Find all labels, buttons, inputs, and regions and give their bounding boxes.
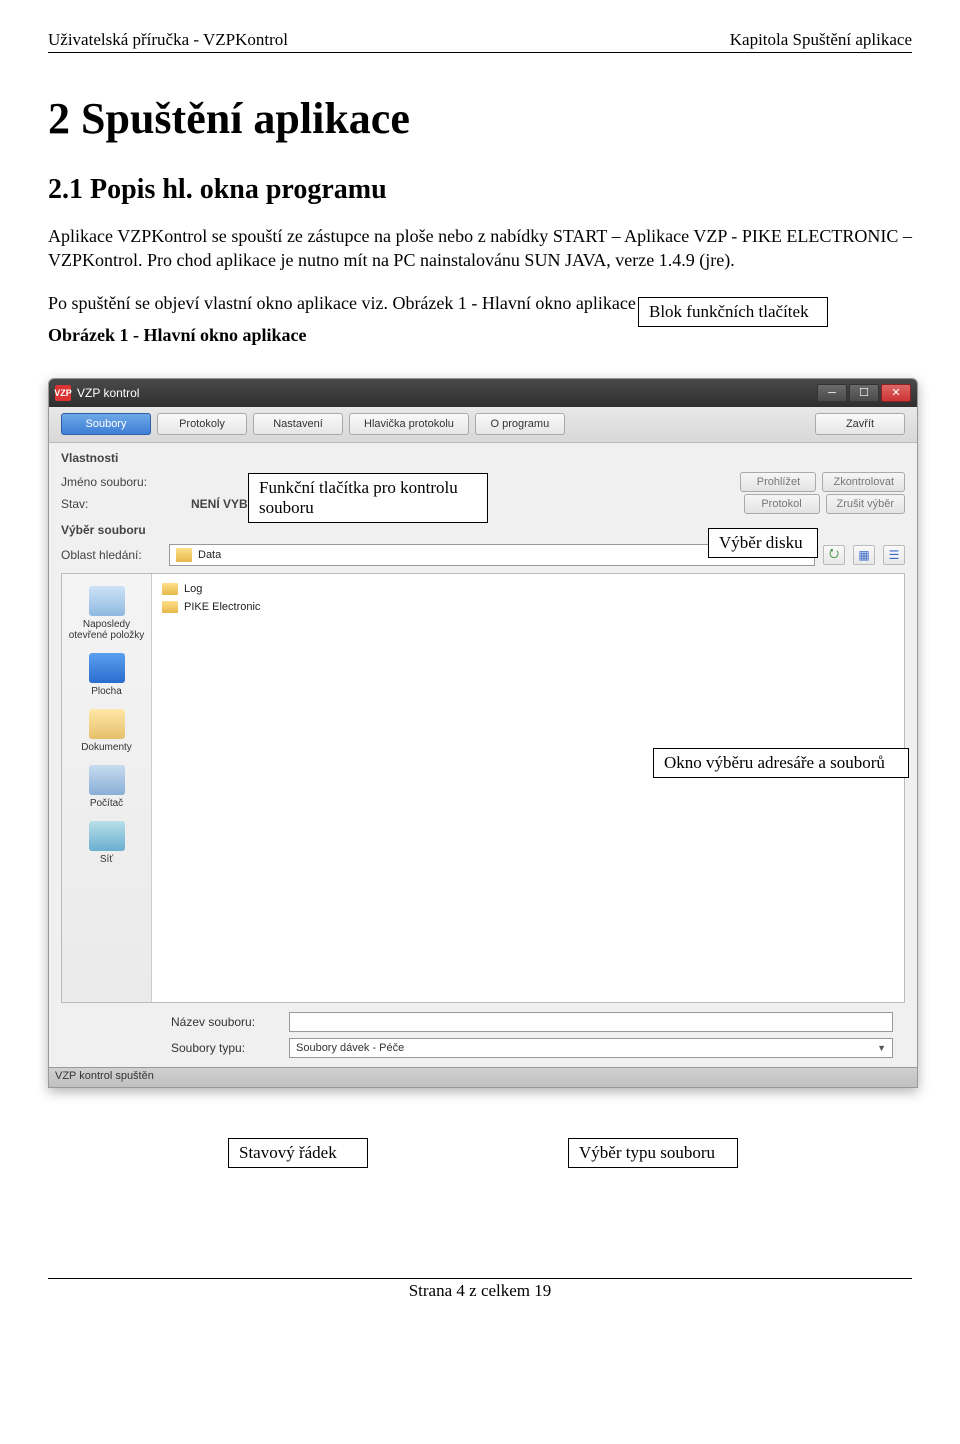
- status-text: VZP kontrol spuštěn: [55, 1070, 154, 1082]
- place-computer[interactable]: Počítač: [62, 759, 151, 815]
- heading-2: 2.1 Popis hl. okna programu: [48, 174, 912, 206]
- file-list[interactable]: Log PIKE Electronic: [152, 574, 904, 1002]
- callout-vyber-disku: Výběr disku: [708, 528, 818, 558]
- input-nazev-souboru[interactable]: [289, 1012, 893, 1032]
- titlebar: VZP VZP kontrol ─ ☐ ✕: [49, 379, 917, 407]
- desktop-icon: [89, 653, 125, 683]
- close-button[interactable]: ✕: [881, 384, 911, 402]
- label-jmeno-souboru: Jméno souboru:: [61, 475, 191, 489]
- figure-caption: Obrázek 1 - Hlavní okno aplikace: [48, 325, 912, 346]
- places-bar: Naposledy otevřené položky Plocha Dokume…: [62, 574, 152, 1002]
- btn-prohlizet[interactable]: Prohlížet: [740, 472, 816, 492]
- heading-1: 2 Spuštění aplikace: [48, 93, 912, 144]
- folder-icon: [162, 601, 178, 613]
- file-chooser: Naposledy otevřené položky Plocha Dokume…: [61, 573, 905, 1003]
- documents-icon: [89, 709, 125, 739]
- status-bar: VZP kontrol spuštěn: [49, 1067, 917, 1087]
- header-left: Uživatelská příručka - VZPKontrol: [48, 30, 288, 50]
- btn-zkontrolovat[interactable]: Zkontrolovat: [822, 472, 905, 492]
- toolbar-oprogramu[interactable]: O programu: [475, 413, 565, 435]
- paragraph-1: Aplikace VZPKontrol se spouští ze zástup…: [48, 224, 912, 273]
- header-right: Kapitola Spuštění aplikace: [730, 30, 912, 50]
- btn-zrusit-vyber[interactable]: Zrušit výběr: [826, 494, 905, 514]
- toolbar-hlavicka[interactable]: Hlavička protokolu: [349, 413, 469, 435]
- callout-okno-vyberu: Okno výběru adresáře a souborů: [653, 748, 909, 778]
- app-icon: VZP: [55, 385, 71, 401]
- main-toolbar: Soubory Protokoly Nastavení Hlavička pro…: [49, 407, 917, 443]
- computer-icon: [89, 765, 125, 795]
- btn-protokol[interactable]: Protokol: [744, 494, 820, 514]
- place-desktop[interactable]: Plocha: [62, 647, 151, 703]
- label-nazev-souboru: Název souboru:: [171, 1015, 281, 1029]
- figure-1: Funkční tlačítka pro kontrolu souboru Vý…: [48, 348, 928, 1088]
- props-title: Vlastnosti: [61, 451, 905, 465]
- callout-funkcni-tlacitka: Funkční tlačítka pro kontrolu souboru: [248, 473, 488, 523]
- nav-up-icon[interactable]: ⭮: [823, 545, 845, 565]
- footer-text: Strana 4 z celkem 19: [409, 1281, 552, 1300]
- page-footer: Strana 4 z celkem 19: [48, 1278, 912, 1301]
- place-documents-label: Dokumenty: [81, 742, 132, 753]
- place-network[interactable]: Síť: [62, 815, 151, 871]
- file-pike-label: PIKE Electronic: [184, 601, 260, 613]
- place-network-label: Síť: [100, 854, 113, 865]
- page-header: Uživatelská příručka - VZPKontrol Kapito…: [48, 30, 912, 53]
- list-item[interactable]: Log: [162, 580, 894, 598]
- combo-oblast-value: Data: [198, 549, 221, 561]
- callout-stavovy-radek: Stavový řádek: [228, 1138, 368, 1168]
- minimize-button[interactable]: ─: [817, 384, 847, 402]
- label-oblast-hledani: Oblast hledání:: [61, 548, 161, 562]
- callout-blok-tlacitek: Blok funkčních tlačítek: [638, 297, 828, 327]
- label-soubory-typu: Soubory typu:: [171, 1041, 281, 1055]
- callout-vyber-typu: Výběr typu souboru: [568, 1138, 738, 1168]
- view-grid-icon[interactable]: ▦: [853, 545, 875, 565]
- chevron-down-icon: ▼: [877, 1043, 886, 1053]
- place-desktop-label: Plocha: [91, 686, 122, 697]
- file-log-label: Log: [184, 583, 202, 595]
- toolbar-zavrit[interactable]: Zavřít: [815, 413, 905, 435]
- network-icon: [89, 821, 125, 851]
- place-documents[interactable]: Dokumenty: [62, 703, 151, 759]
- toolbar-nastaveni[interactable]: Nastavení: [253, 413, 343, 435]
- folder-icon: [162, 583, 178, 595]
- toolbar-soubory[interactable]: Soubory: [61, 413, 151, 435]
- window-title: VZP kontrol: [77, 386, 817, 400]
- place-computer-label: Počítač: [90, 798, 123, 809]
- toolbar-protokoly[interactable]: Protokoly: [157, 413, 247, 435]
- folder-icon: [176, 548, 192, 562]
- maximize-button[interactable]: ☐: [849, 384, 879, 402]
- combo-typ-value: Soubory dávek - Péče: [296, 1042, 404, 1054]
- recent-icon: [89, 586, 125, 616]
- label-stav: Stav:: [61, 497, 191, 511]
- place-recent[interactable]: Naposledy otevřené položky: [62, 580, 151, 647]
- view-list-icon[interactable]: ☰: [883, 545, 905, 565]
- list-item[interactable]: PIKE Electronic: [162, 598, 894, 616]
- place-recent-label: Naposledy otevřené položky: [64, 619, 149, 641]
- combo-soubory-typu[interactable]: Soubory dávek - Péče ▼: [289, 1038, 893, 1058]
